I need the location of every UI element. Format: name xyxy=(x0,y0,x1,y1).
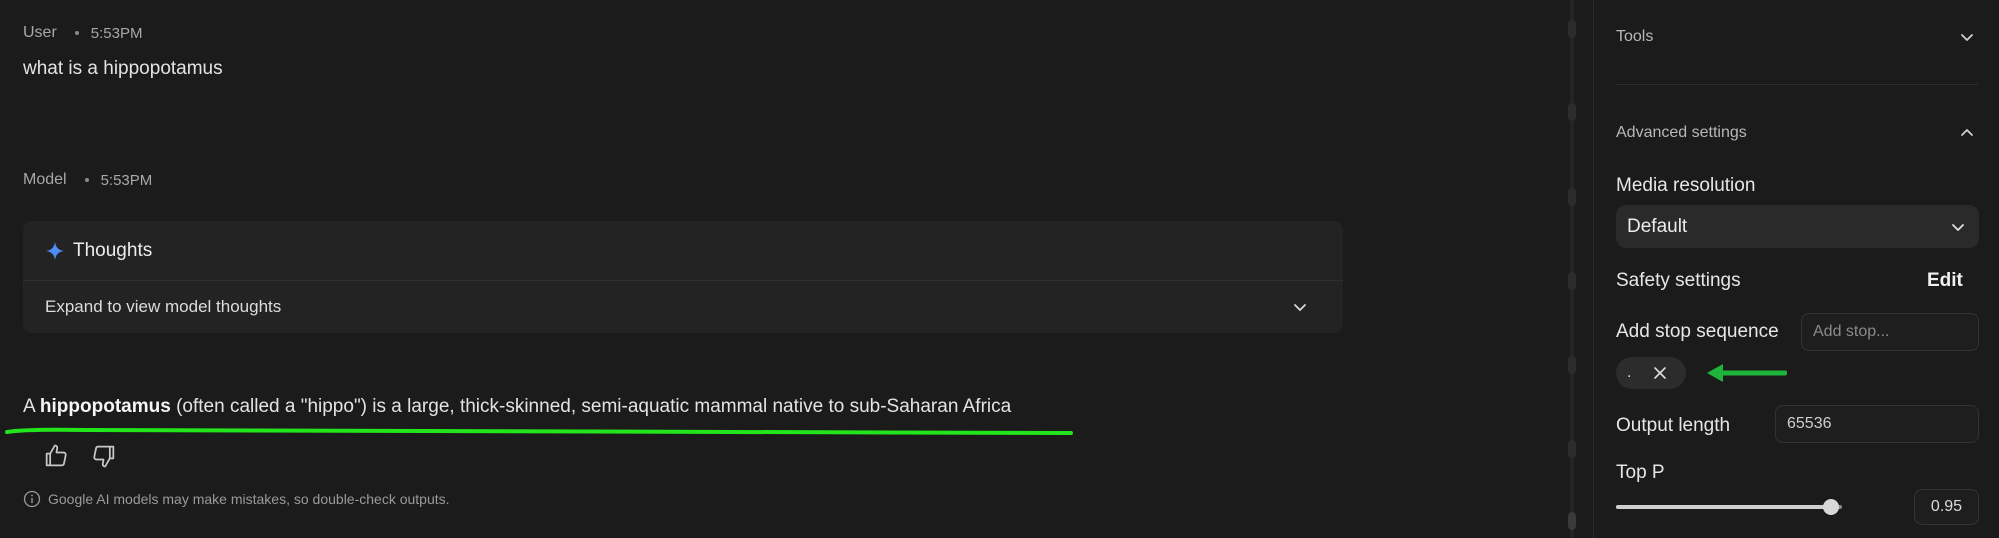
chevron-down-icon xyxy=(1961,34,1973,41)
top-p-value-input[interactable]: 0.95 xyxy=(1914,489,1979,525)
user-role-label: User xyxy=(23,24,57,41)
meta-separator-dot xyxy=(74,31,79,35)
disclaimer: Google AI models may make mistakes, so d… xyxy=(23,490,450,508)
tools-section-toggle[interactable]: Tools xyxy=(1616,28,1976,46)
chevron-up-icon xyxy=(1961,129,1973,136)
model-role-label: Model xyxy=(23,171,67,188)
model-timestamp: 5:53PM xyxy=(100,171,153,189)
user-timestamp: 5:53PM xyxy=(90,24,143,42)
app-root: User 5:53PM what is a hippopotamus Model… xyxy=(0,0,1999,538)
scroll-marker[interactable] xyxy=(1568,20,1576,38)
conversation-scroll-track[interactable] xyxy=(1565,0,1579,538)
scroll-marker[interactable] xyxy=(1568,272,1576,290)
scroll-thumb[interactable] xyxy=(1568,512,1576,530)
advanced-settings-toggle[interactable]: Advanced settings xyxy=(1616,124,1976,142)
chevron-down-icon xyxy=(1294,304,1306,311)
user-turn-meta: User 5:53PM xyxy=(23,24,142,42)
safety-settings-label: Safety settings xyxy=(1616,270,1741,291)
disclaimer-text: Google AI models may make mistakes, so d… xyxy=(48,491,450,507)
thumbs-up-icon[interactable] xyxy=(42,442,70,470)
slider-knob[interactable] xyxy=(1823,499,1839,515)
user-message: what is a hippopotamus xyxy=(23,58,223,79)
info-icon xyxy=(23,490,41,508)
top-p-slider[interactable] xyxy=(1616,497,1842,517)
scroll-marker[interactable] xyxy=(1568,103,1576,121)
answer-bold-term: hippopotamus xyxy=(39,396,171,417)
slider-fill xyxy=(1616,505,1831,509)
output-length-label: Output length xyxy=(1616,415,1731,436)
sparkle-icon xyxy=(46,241,64,260)
media-resolution-label: Media resolution xyxy=(1616,175,1756,196)
expand-thoughts-label: Expand to view model thoughts xyxy=(45,297,282,316)
top-p-label: Top P xyxy=(1616,462,1665,483)
scroll-marker[interactable] xyxy=(1568,356,1576,374)
thoughts-header: Thoughts xyxy=(23,221,1343,281)
tools-label: Tools xyxy=(1616,28,1654,45)
scroll-marker[interactable] xyxy=(1568,188,1576,206)
chat-area: User 5:53PM what is a hippopotamus Model… xyxy=(0,0,1560,538)
stop-sequence-chip-value: . xyxy=(1627,364,1632,381)
stop-sequence-input[interactable] xyxy=(1801,313,1979,351)
thoughts-panel: Thoughts Expand to view model thoughts xyxy=(23,221,1343,333)
scroll-marker[interactable] xyxy=(1568,440,1576,458)
close-icon[interactable] xyxy=(1653,366,1667,380)
run-settings-panel: Tools Advanced settings Media resolution… xyxy=(1593,0,1999,538)
chevron-down-icon xyxy=(1952,223,1964,231)
thumbs-down-icon[interactable] xyxy=(90,442,118,470)
thoughts-title: Thoughts xyxy=(73,239,153,261)
green-arrow-annotation xyxy=(1707,364,1787,382)
model-answer: A hippopotamus (often called a "hippo") … xyxy=(23,396,1011,418)
model-turn-meta: Model 5:53PM xyxy=(23,171,152,189)
output-length-input[interactable]: 65536 xyxy=(1775,405,1979,443)
section-divider xyxy=(1616,84,1978,85)
green-underline-annotation xyxy=(5,427,1073,435)
expand-thoughts-toggle[interactable]: Expand to view model thoughts xyxy=(23,281,1343,333)
media-resolution-value: Default xyxy=(1627,215,1688,237)
stop-sequence-label: Add stop sequence xyxy=(1616,321,1779,342)
stop-sequence-chip: . xyxy=(1616,357,1686,389)
safety-edit-button[interactable]: Edit xyxy=(1927,270,1963,292)
answer-prefix: A xyxy=(23,396,40,417)
advanced-settings-label: Advanced settings xyxy=(1616,124,1747,141)
answer-suffix: (often called a "hippo") is a large, thi… xyxy=(170,396,1012,417)
media-resolution-select[interactable]: Default xyxy=(1616,205,1979,248)
meta-separator-dot xyxy=(84,178,89,182)
